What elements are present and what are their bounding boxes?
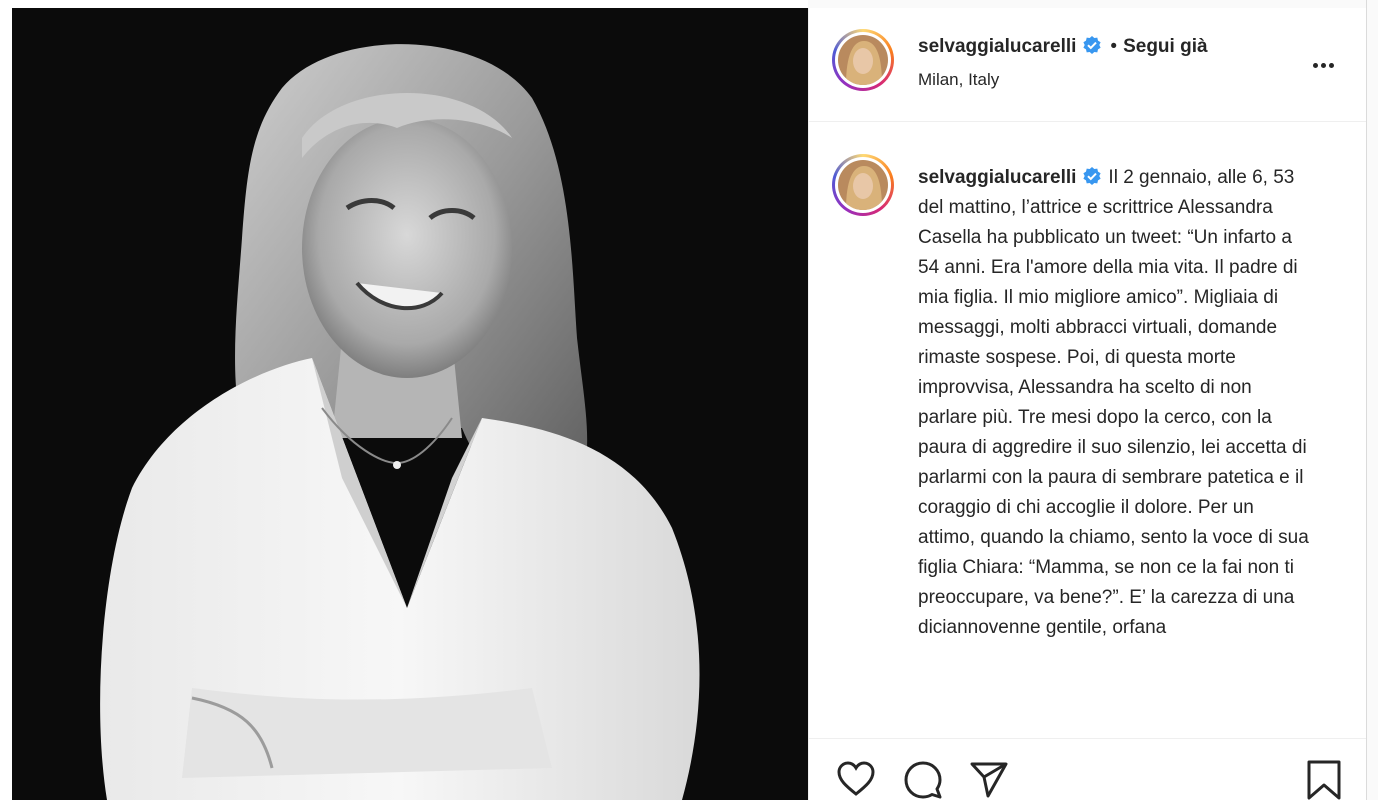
separator-dot: • xyxy=(1110,36,1118,57)
post-actions-bar xyxy=(809,738,1367,801)
author-avatar-image xyxy=(838,35,888,85)
heart-icon[interactable] xyxy=(836,761,876,797)
post-photo-image xyxy=(12,8,808,800)
more-options-icon[interactable] xyxy=(1313,55,1343,68)
post-caption: selvaggialucarelli Il 2 gennaio, alle 6, … xyxy=(918,163,1313,643)
bookmark-icon[interactable] xyxy=(1306,759,1342,801)
post-header: selvaggialucarelli • Segui già Milan, Ital… xyxy=(809,8,1367,122)
post-location[interactable]: Milan, Italy xyxy=(918,70,999,90)
caption-avatar[interactable] xyxy=(832,154,894,216)
page-margin-top xyxy=(808,0,1366,8)
author-avatar[interactable] xyxy=(832,29,894,91)
page-margin-left xyxy=(0,0,12,800)
paper-plane-icon[interactable] xyxy=(969,761,1009,799)
post-header-user: selvaggialucarelli • Segui già xyxy=(918,35,1208,58)
verified-badge-icon xyxy=(1083,167,1102,185)
caption-text: Il 2 gennaio, alle 6, 53 del mattino, l’… xyxy=(918,167,1309,638)
caption-username[interactable]: selvaggialucarelli xyxy=(918,167,1076,188)
comment-icon[interactable] xyxy=(903,761,943,799)
following-button[interactable]: Segui già xyxy=(1123,36,1207,57)
caption-avatar-image xyxy=(838,160,888,210)
post-side-panel: selvaggialucarelli • Segui già Milan, Ital… xyxy=(808,8,1367,800)
verified-badge-icon xyxy=(1083,36,1102,54)
author-username[interactable]: selvaggialucarelli xyxy=(918,36,1076,57)
post-photo[interactable] xyxy=(12,8,808,800)
page-scrollbar[interactable] xyxy=(1366,0,1378,800)
comments-area[interactable]: selvaggialucarelli Il 2 gennaio, alle 6, … xyxy=(809,122,1367,738)
